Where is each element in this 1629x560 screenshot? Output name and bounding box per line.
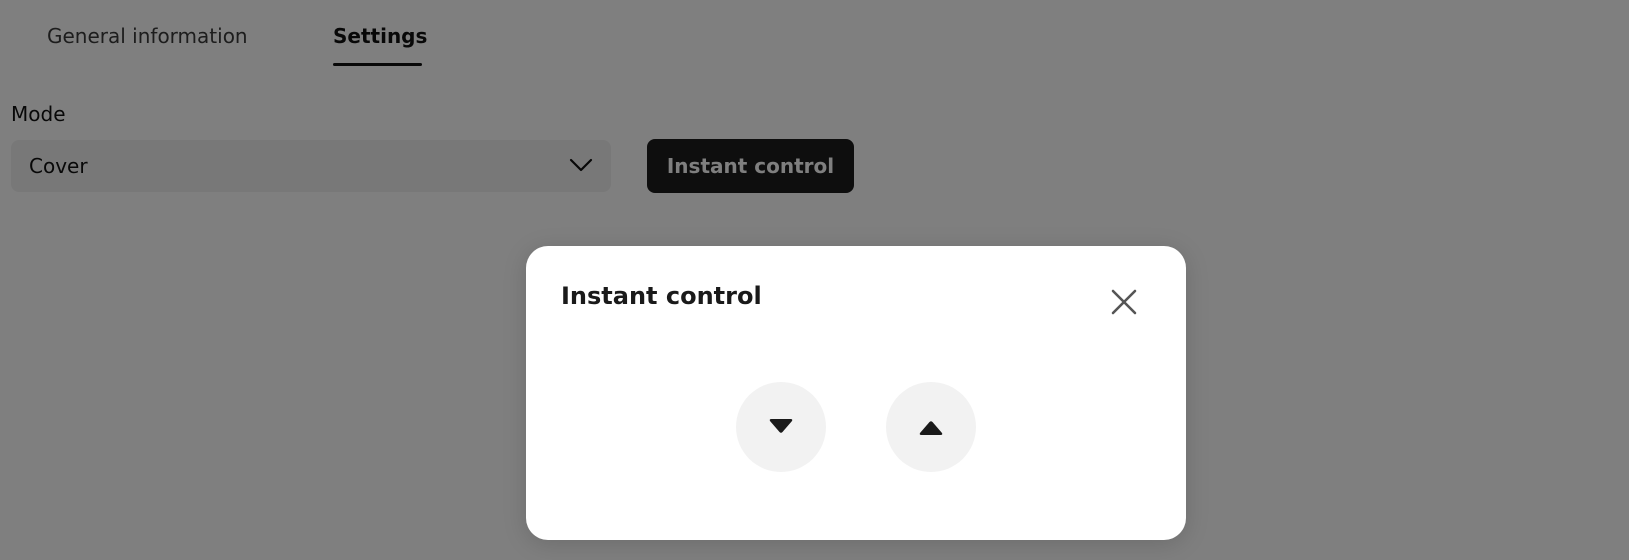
move-down-button[interactable] bbox=[736, 382, 826, 472]
move-up-button[interactable] bbox=[886, 382, 976, 472]
triangle-down-icon bbox=[769, 419, 793, 433]
triangle-up-icon bbox=[919, 421, 943, 435]
close-button[interactable] bbox=[1106, 284, 1142, 320]
modal-title: Instant control bbox=[561, 282, 762, 310]
instant-control-modal: Instant control bbox=[526, 246, 1186, 540]
close-icon bbox=[1111, 289, 1137, 315]
